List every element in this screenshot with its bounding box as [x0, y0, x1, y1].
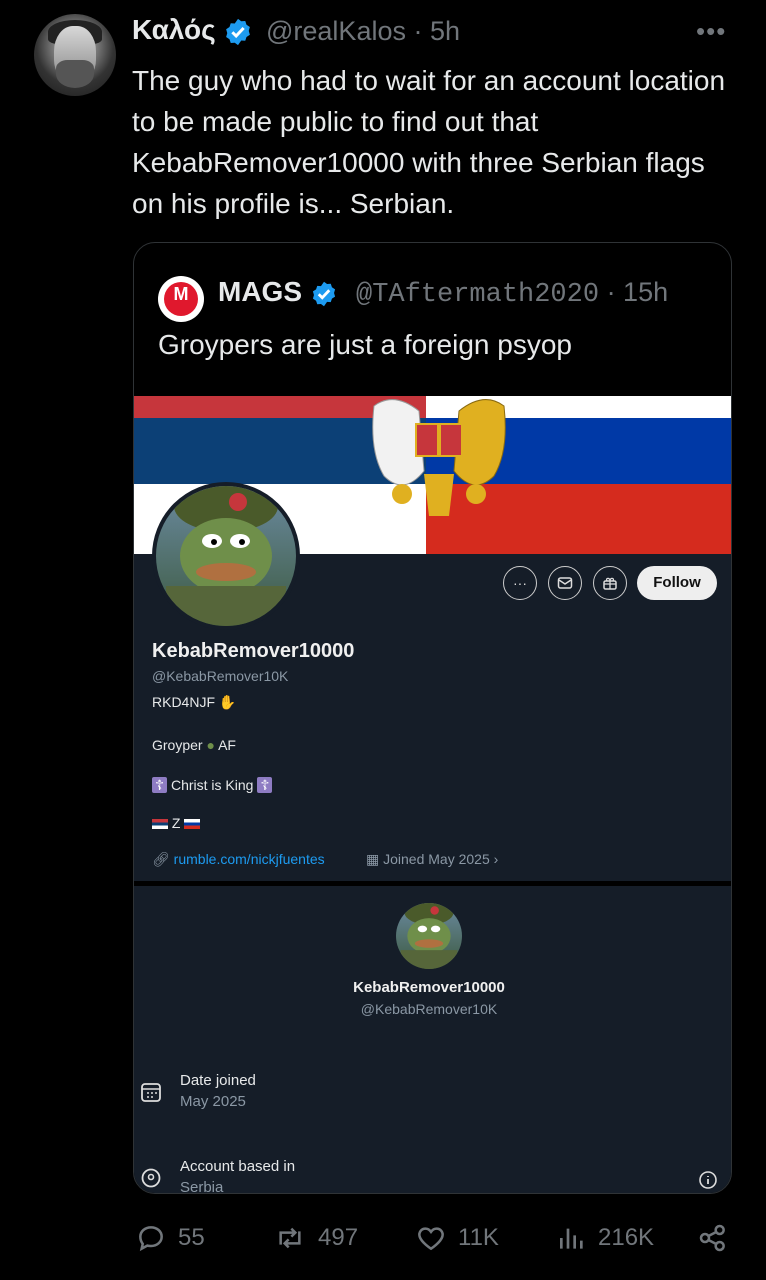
subscribe-button[interactable] — [593, 566, 627, 600]
info-icon[interactable] — [698, 1170, 718, 1190]
bio-line-1-text: RKD4NJF — [152, 694, 216, 710]
profile-joined-text[interactable]: Joined May 2025 — [383, 851, 490, 867]
bio-line-2-text-a: Groyper — [152, 737, 203, 753]
quote-avatar-letter: M — [173, 284, 189, 304]
views-icon — [560, 1228, 583, 1249]
bio-line-2: Groyper ● AF — [152, 737, 236, 753]
verified-badge-icon — [312, 281, 335, 306]
author-handle[interactable]: @realKalos — [266, 16, 406, 46]
coat-of-arms-icon — [372, 399, 506, 516]
share-icon — [699, 1224, 725, 1252]
bio-line-4: Z — [152, 815, 201, 831]
quote-author-avatar[interactable]: M — [158, 276, 204, 322]
gift-icon — [603, 577, 617, 590]
tweet-text: The guy who had to wait for an account l… — [132, 65, 726, 219]
calendar-icon: ▦ — [366, 851, 380, 867]
message-button[interactable] — [548, 566, 582, 600]
location-pin-icon — [141, 1168, 161, 1188]
profile-more-button[interactable]: ··· — [503, 566, 537, 600]
more-options-icon[interactable]: ••• — [696, 16, 726, 47]
russian-flag-icon — [184, 819, 201, 830]
like-button[interactable]: 11K — [414, 1222, 499, 1254]
author-name[interactable]: Καλός — [132, 14, 253, 47]
views-button[interactable]: 216K — [556, 1222, 654, 1254]
follow-button[interactable]: Follow — [637, 566, 717, 600]
serbian-flag-icon — [152, 819, 168, 830]
raised-hand-icon: ✋ — [218, 694, 237, 710]
orthodox-cross-icon: ☦ — [257, 777, 273, 793]
account-based-value: Serbia — [180, 1179, 224, 1194]
heart-icon — [418, 1227, 444, 1251]
reply-icon — [139, 1226, 163, 1252]
quoted-tweet[interactable]: M MAGS @TAftermath2020 · 15h Groypers ar… — [133, 242, 732, 1194]
date-joined-label: Date joined — [180, 1072, 256, 1089]
quote-text: Groypers are just a foreign psyop — [158, 329, 572, 360]
account-based-label: Account based in — [180, 1158, 296, 1175]
view-count: 216K — [598, 1224, 655, 1251]
date-joined-value: May 2025 — [180, 1093, 246, 1110]
account-info-screenshot-image[interactable]: KebabRemover10000 @KebabRemover10K Date … — [134, 886, 731, 1193]
quote-time: · 15h — [606, 277, 669, 307]
about-handle: @KebabRemover10K — [360, 1001, 498, 1017]
bio-line-2-text-b: AF — [218, 737, 236, 753]
mail-icon — [557, 577, 573, 589]
repost-button[interactable]: 497 — [272, 1222, 358, 1254]
reply-button[interactable]: 55 — [134, 1222, 205, 1254]
reply-count: 55 — [178, 1224, 205, 1251]
profile-link-text[interactable]: rumble.com/nickjfuentes — [174, 851, 325, 867]
repost-count: 497 — [318, 1224, 359, 1251]
frog-icon: ● — [206, 737, 215, 753]
link-icon: 🔗︎ — [152, 851, 170, 867]
profile-screenshot-image[interactable]: ··· Follow KebabRemover10000 @KebabRemov… — [134, 396, 731, 881]
tweet-time[interactable]: · 5h — [414, 16, 461, 46]
author-handle-line: @realKalos · 5h — [266, 16, 460, 47]
calendar-icon — [141, 1083, 161, 1102]
quote-author-name-text: MAGS — [218, 276, 302, 307]
quote-handle-line: @TAftermath2020 · 15h — [356, 277, 668, 310]
share-button[interactable] — [697, 1222, 729, 1254]
bio-line-3-text: Christ is King — [170, 777, 254, 793]
about-name: KebabRemover10000 — [353, 979, 505, 996]
bio-line-3: ☦ Christ is King ☦ — [152, 777, 273, 794]
orthodox-cross-icon: ☦ — [152, 777, 168, 793]
repost-icon — [279, 1227, 301, 1249]
bio-line-4-text: Z — [171, 815, 181, 831]
profile-link[interactable]: 🔗︎ rumble.com/nickjfuentes — [152, 851, 325, 868]
profile-handle: @KebabRemover10K — [152, 668, 289, 684]
profile-joined[interactable]: ▦ Joined May 2025 › — [366, 851, 498, 868]
quote-author-name: MAGS — [218, 276, 338, 308]
like-count: 11K — [458, 1224, 499, 1251]
profile-name: KebabRemover10000 — [152, 640, 355, 662]
author-avatar[interactable] — [34, 14, 116, 96]
profile-avatar[interactable] — [152, 482, 300, 630]
bio-line-1: RKD4NJF ✋ — [152, 694, 236, 711]
chevron-right-icon: › — [493, 851, 499, 867]
author-name-text[interactable]: Καλός — [132, 14, 216, 45]
verified-badge-icon — [226, 18, 251, 45]
about-avatar — [396, 903, 462, 969]
quote-handle: @TAftermath2020 — [356, 280, 600, 310]
